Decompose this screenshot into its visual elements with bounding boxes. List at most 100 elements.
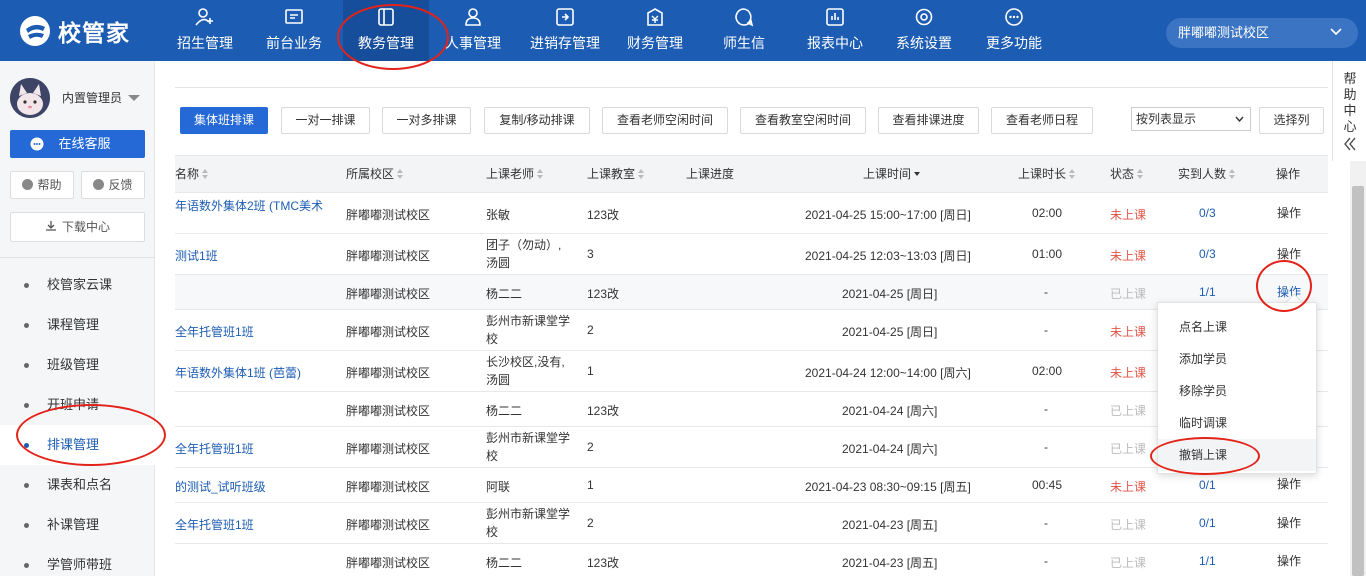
nav-item-messages[interactable]: 师生信 bbox=[706, 0, 782, 61]
caret-down-icon[interactable] bbox=[128, 95, 140, 101]
nav-item-finance[interactable]: 财务管理 bbox=[616, 0, 694, 61]
teacher-free-time-button[interactable]: 查看老师空闲时间 bbox=[602, 107, 728, 134]
nav-item-enrollment[interactable]: 招生管理 bbox=[165, 0, 245, 61]
class-name-link[interactable]: 全年托管班1班 bbox=[175, 323, 254, 340]
menu-item-cancel-class[interactable]: 撤销上课 bbox=[1158, 439, 1316, 471]
attendance-link[interactable]: 0/1 bbox=[1199, 478, 1216, 492]
sidebar-item-course[interactable]: 课程管理 bbox=[0, 305, 155, 345]
attendance-link[interactable]: 1/1 bbox=[1199, 554, 1216, 568]
duration-cell: 02:00 bbox=[1032, 364, 1063, 378]
table-row: 的测试_试听班级 胖嘟嘟测试校区 阿联 1 2021-04-23 08:30~0… bbox=[175, 468, 1328, 503]
action-button[interactable]: 操作 bbox=[1277, 475, 1301, 492]
column-header-campus[interactable]: 所属校区 bbox=[346, 156, 404, 192]
column-header-duration[interactable]: 上课时长 bbox=[1018, 156, 1076, 192]
sidebar-item-tutor-class[interactable]: 学管师带班 bbox=[0, 545, 155, 576]
nav-item-inventory[interactable]: 进销存管理 bbox=[522, 0, 608, 61]
nav-label: 师生信 bbox=[723, 35, 765, 51]
duration-cell: 01:00 bbox=[1032, 247, 1063, 261]
select-columns-button[interactable]: 选择列 bbox=[1259, 107, 1324, 134]
campus-selector[interactable]: 胖嘟嘟测试校区 bbox=[1166, 18, 1358, 48]
duration-cell: 00:45 bbox=[1032, 478, 1063, 492]
online-support-button[interactable]: 在线客服 bbox=[10, 130, 145, 158]
group-class-schedule-button[interactable]: 集体班排课 bbox=[180, 107, 268, 134]
attendance-link[interactable]: 1/1 bbox=[1199, 285, 1216, 299]
room-cell: 123改 bbox=[587, 556, 620, 570]
action-button[interactable]: 操作 bbox=[1277, 552, 1301, 569]
header-label: 上课老师 bbox=[486, 167, 535, 181]
nav-item-academic[interactable]: 教务管理 bbox=[343, 0, 429, 61]
menu-item-temp-reschedule[interactable]: 临时调课 bbox=[1158, 407, 1316, 439]
avatar[interactable] bbox=[10, 78, 50, 118]
menu-item-add-student[interactable]: 添加学员 bbox=[1158, 343, 1316, 375]
class-name-link[interactable]: 年语数外集体1班 (芭蕾) bbox=[175, 364, 301, 381]
campus-value: 胖嘟嘟测试校区 bbox=[1178, 25, 1270, 40]
help-button[interactable]: 帮助 bbox=[10, 171, 74, 199]
nav-item-front-desk[interactable]: 前台业务 bbox=[255, 0, 333, 61]
class-name-link[interactable]: 测试1班 bbox=[175, 247, 218, 264]
sort-desc-icon bbox=[914, 169, 921, 179]
column-header-attendance[interactable]: 实到人数 bbox=[1178, 156, 1236, 192]
column-header-name[interactable]: 名称 bbox=[175, 156, 209, 192]
header-label: 上课教室 bbox=[587, 167, 636, 181]
menu-item-remove-student[interactable]: 移除学员 bbox=[1158, 375, 1316, 407]
download-center-button[interactable]: 下载中心 bbox=[10, 212, 145, 242]
column-header-teacher[interactable]: 上课老师 bbox=[486, 156, 544, 192]
book-icon bbox=[378, 8, 394, 26]
action-button[interactable]: 操作 bbox=[1277, 514, 1301, 531]
app-logo[interactable]: 校管家 bbox=[18, 14, 130, 48]
status-badge: 已上课 bbox=[1110, 556, 1147, 570]
teacher-calendar-button[interactable]: 查看老师日程 bbox=[991, 107, 1093, 134]
sidebar-item-timetable[interactable]: 课表和点名 bbox=[0, 465, 155, 505]
attendance-link[interactable]: 0/3 bbox=[1199, 206, 1216, 220]
feedback-button[interactable]: 反馈 bbox=[81, 171, 145, 199]
sidebar-item-class-application[interactable]: 开班申请 bbox=[0, 385, 155, 425]
more-icon bbox=[1005, 8, 1023, 26]
campus-cell: 胖嘟嘟测试校区 bbox=[346, 325, 431, 339]
scrollbar-thumb[interactable] bbox=[1352, 186, 1364, 576]
classroom-free-time-button[interactable]: 查看教室空闲时间 bbox=[740, 107, 866, 134]
column-header-time[interactable]: 上课时间 bbox=[863, 156, 921, 192]
nav-item-reports[interactable]: 报表中心 bbox=[797, 0, 873, 61]
sidebar-item-makeup[interactable]: 补课管理 bbox=[0, 505, 155, 545]
nav-label: 进销存管理 bbox=[530, 35, 600, 51]
attendance-link[interactable]: 0/1 bbox=[1199, 516, 1216, 530]
column-header-room[interactable]: 上课教室 bbox=[587, 156, 645, 192]
view-mode-select[interactable]: 按列表显示 bbox=[1131, 107, 1251, 131]
sidebar-item-class[interactable]: 班级管理 bbox=[0, 345, 155, 385]
class-name-link[interactable]: 年语数外集体2班 (TMC美术 bbox=[175, 197, 323, 214]
class-name-link[interactable]: 全年托管班1班 bbox=[175, 516, 254, 533]
download-icon bbox=[45, 221, 56, 231]
sort-icon bbox=[537, 169, 544, 179]
attendance-link[interactable]: 0/3 bbox=[1199, 247, 1216, 261]
schedule-progress-button[interactable]: 查看排课进度 bbox=[878, 107, 979, 134]
one-to-many-schedule-button[interactable]: 一对多排课 bbox=[382, 107, 471, 134]
class-name-link[interactable]: 全年托管班1班 bbox=[175, 440, 254, 457]
action-button[interactable]: 操作 bbox=[1277, 204, 1301, 221]
chat-icon bbox=[30, 137, 44, 151]
help-center-tab[interactable]: 帮助中心 bbox=[1332, 61, 1366, 161]
header-label: 实到人数 bbox=[1178, 167, 1227, 181]
action-button[interactable]: 操作 bbox=[1277, 245, 1301, 262]
one-to-one-schedule-button[interactable]: 一对一排课 bbox=[281, 107, 370, 134]
sidebar-item-cloud-class[interactable]: 校管家云课 bbox=[0, 265, 155, 305]
help-center-label: 帮助中心 bbox=[1343, 71, 1357, 134]
bullet-icon bbox=[24, 483, 29, 488]
copy-move-schedule-button[interactable]: 复制/移动排课 bbox=[484, 107, 590, 134]
menu-item-roll-call[interactable]: 点名上课 bbox=[1158, 311, 1316, 343]
nav-item-settings[interactable]: 系统设置 bbox=[886, 0, 962, 61]
finance-icon bbox=[647, 8, 663, 26]
nav-item-hr[interactable]: 人事管理 bbox=[433, 0, 513, 61]
status-badge: 已上课 bbox=[1110, 287, 1147, 301]
teacher-cell: 彭州市新课堂学校 bbox=[486, 507, 571, 539]
sidebar-item-scheduling[interactable]: 排课管理 bbox=[0, 425, 155, 465]
user-name[interactable]: 内置管理员 bbox=[62, 89, 122, 106]
sidebar-item-label: 排课管理 bbox=[47, 437, 100, 452]
duration-cell: - bbox=[1044, 554, 1048, 568]
class-name-link[interactable]: 的测试_试听班级 bbox=[175, 478, 266, 495]
campus-cell: 胖嘟嘟测试校区 bbox=[346, 249, 431, 263]
divider bbox=[175, 87, 1328, 88]
column-header-status[interactable]: 状态 bbox=[1110, 156, 1144, 192]
nav-item-more[interactable]: 更多功能 bbox=[976, 0, 1052, 61]
time-cell: 2021-04-25 15:00~17:00 [周日] bbox=[805, 208, 971, 222]
campus-cell: 胖嘟嘟测试校区 bbox=[346, 404, 431, 418]
